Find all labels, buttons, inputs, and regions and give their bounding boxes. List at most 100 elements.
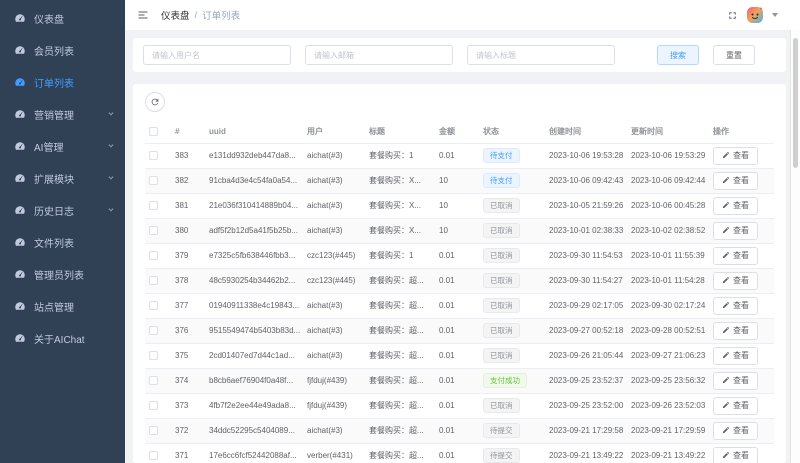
user-cell: aichat(#3) bbox=[303, 293, 365, 319]
sidebar-item-label: 站点管理 bbox=[34, 302, 74, 314]
row-checkbox[interactable] bbox=[149, 176, 158, 186]
order-id-cell: 378 bbox=[171, 268, 205, 294]
menu-fold-icon[interactable] bbox=[137, 9, 149, 21]
status-cell: 待支付 bbox=[479, 168, 545, 194]
title-cell: 套餐购买：X... bbox=[365, 218, 435, 244]
sidebar-item-admins[interactable]: 管理员列表 bbox=[0, 258, 125, 290]
sidebar-item-label: 仪表盘 bbox=[34, 14, 64, 26]
row-checkbox[interactable] bbox=[149, 276, 158, 286]
amount-cell: 0.01 bbox=[435, 318, 479, 344]
column-header: 金额 bbox=[435, 120, 479, 144]
view-button[interactable]: 查看 bbox=[713, 421, 758, 440]
filter-bar: 搜索 重置 bbox=[133, 38, 786, 72]
gauge-icon bbox=[14, 268, 26, 280]
view-button[interactable]: 查看 bbox=[713, 321, 758, 340]
sidebar-item-modules[interactable]: 扩展模块 bbox=[0, 162, 125, 194]
edit-icon bbox=[722, 326, 730, 336]
row-checkbox[interactable] bbox=[149, 376, 158, 386]
view-button[interactable]: 查看 bbox=[713, 196, 758, 215]
gauge-icon bbox=[14, 140, 26, 152]
edit-icon bbox=[722, 151, 730, 161]
table-row: 379 e7325c5fb638446fbb3... czc123(#445) 套餐购… bbox=[145, 243, 774, 269]
amount-cell: 0.01 bbox=[435, 418, 479, 444]
view-button[interactable]: 查看 bbox=[713, 246, 758, 265]
view-button-label: 查看 bbox=[733, 451, 749, 460]
user-cell: aichat(#3) bbox=[303, 218, 365, 244]
search-button[interactable]: 搜索 bbox=[657, 45, 699, 65]
view-button[interactable]: 查看 bbox=[713, 296, 758, 315]
gauge-icon bbox=[14, 76, 26, 88]
created-cell: 2023-09-30 11:54:53 bbox=[545, 243, 627, 269]
row-checkbox[interactable] bbox=[149, 351, 158, 361]
view-button[interactable]: 查看 bbox=[713, 396, 758, 415]
column-header: # bbox=[171, 120, 205, 144]
table-row: 378 48c5930254b34462b2... czc123(#445) 套餐购买… bbox=[145, 268, 774, 294]
actions-cell: 查看 bbox=[709, 368, 774, 394]
sidebar-item-files[interactable]: 文件列表 bbox=[0, 226, 125, 258]
table-row: 372 34ddc52295c5404089... aichat(#3) 套餐购买：超… bbox=[145, 418, 774, 444]
refresh-button[interactable] bbox=[145, 92, 165, 112]
row-checkbox[interactable] bbox=[149, 326, 158, 336]
username-input[interactable] bbox=[143, 45, 291, 65]
row-checkbox[interactable] bbox=[149, 401, 158, 411]
caret-down-icon[interactable] bbox=[772, 13, 778, 17]
sidebar-item-about[interactable]: 关于AIChat bbox=[0, 322, 125, 354]
view-button[interactable]: 查看 bbox=[713, 371, 758, 390]
actions-cell: 查看 bbox=[709, 443, 774, 463]
orders-table-card: # uuid 用户 标题 金额 状态 创建时间 更新时间 操作 383 e131dd932deb4… bbox=[133, 84, 786, 463]
view-button-label: 查看 bbox=[733, 401, 749, 410]
scrollbar-thumb[interactable] bbox=[793, 38, 798, 168]
amount-cell: 10 bbox=[435, 193, 479, 219]
row-checkbox[interactable] bbox=[149, 251, 158, 261]
sidebar-item-site[interactable]: 站点管理 bbox=[0, 290, 125, 322]
uuid-cell: 91cba4d3e4c54fa0a54... bbox=[205, 168, 303, 194]
breadcrumb-separator: / bbox=[194, 9, 198, 21]
title-input[interactable] bbox=[467, 45, 615, 65]
edit-icon bbox=[722, 376, 730, 386]
sidebar-item-label: 管理员列表 bbox=[34, 270, 84, 282]
status-cell: 待支付 bbox=[479, 143, 545, 169]
row-checkbox[interactable] bbox=[149, 426, 158, 436]
breadcrumb-item-dashboard[interactable]: 仪表盘 bbox=[161, 8, 190, 22]
sidebar-item-logs[interactable]: 历史日志 bbox=[0, 194, 125, 226]
row-checkbox[interactable] bbox=[149, 301, 158, 311]
view-button[interactable]: 查看 bbox=[713, 221, 758, 240]
view-button[interactable]: 查看 bbox=[713, 171, 758, 190]
created-cell: 2023-10-06 09:42:43 bbox=[545, 168, 627, 194]
status-badge: 待提交 bbox=[483, 422, 520, 439]
checkbox-cell bbox=[145, 293, 171, 319]
title-cell: 套餐购买：1 bbox=[365, 143, 435, 169]
row-checkbox[interactable] bbox=[149, 451, 158, 461]
updated-cell: 2023-10-06 00:45:28 bbox=[627, 193, 709, 219]
reset-button[interactable]: 重置 bbox=[713, 45, 755, 65]
gauge-icon bbox=[14, 44, 26, 56]
title-cell: 套餐购买：X... bbox=[365, 168, 435, 194]
row-checkbox[interactable] bbox=[149, 201, 158, 211]
sidebar-item-ai[interactable]: AI管理 bbox=[0, 130, 125, 162]
updated-cell: 2023-09-25 23:56:32 bbox=[627, 368, 709, 394]
view-button[interactable]: 查看 bbox=[713, 446, 758, 463]
refresh-icon bbox=[151, 98, 159, 106]
status-badge: 已取消 bbox=[483, 247, 520, 264]
status-cell: 待提交 bbox=[479, 418, 545, 444]
edit-icon bbox=[722, 251, 730, 261]
sidebar-item-marketing[interactable]: 营销管理 bbox=[0, 98, 125, 130]
order-id-cell: 380 bbox=[171, 218, 205, 244]
select-all-checkbox[interactable] bbox=[149, 126, 158, 136]
sidebar-item-members[interactable]: 会员列表 bbox=[0, 34, 125, 66]
avatar[interactable] bbox=[746, 6, 764, 24]
user-cell: aichat(#3) bbox=[303, 143, 365, 169]
user-cell: czc123(#445) bbox=[303, 243, 365, 269]
fullscreen-icon[interactable] bbox=[727, 10, 738, 21]
view-button[interactable]: 查看 bbox=[713, 346, 758, 365]
view-button[interactable]: 查看 bbox=[713, 271, 758, 290]
sidebar-item-dashboard[interactable]: 仪表盘 bbox=[0, 2, 125, 34]
status-badge: 已取消 bbox=[483, 322, 520, 339]
row-checkbox[interactable] bbox=[149, 151, 158, 161]
email-input[interactable] bbox=[305, 45, 453, 65]
row-checkbox[interactable] bbox=[149, 226, 158, 236]
gauge-icon bbox=[14, 300, 26, 312]
view-button[interactable]: 查看 bbox=[713, 146, 758, 165]
updated-cell: 2023-09-21 17:29:59 bbox=[627, 418, 709, 444]
sidebar-item-orders[interactable]: 订单列表 bbox=[0, 66, 125, 98]
